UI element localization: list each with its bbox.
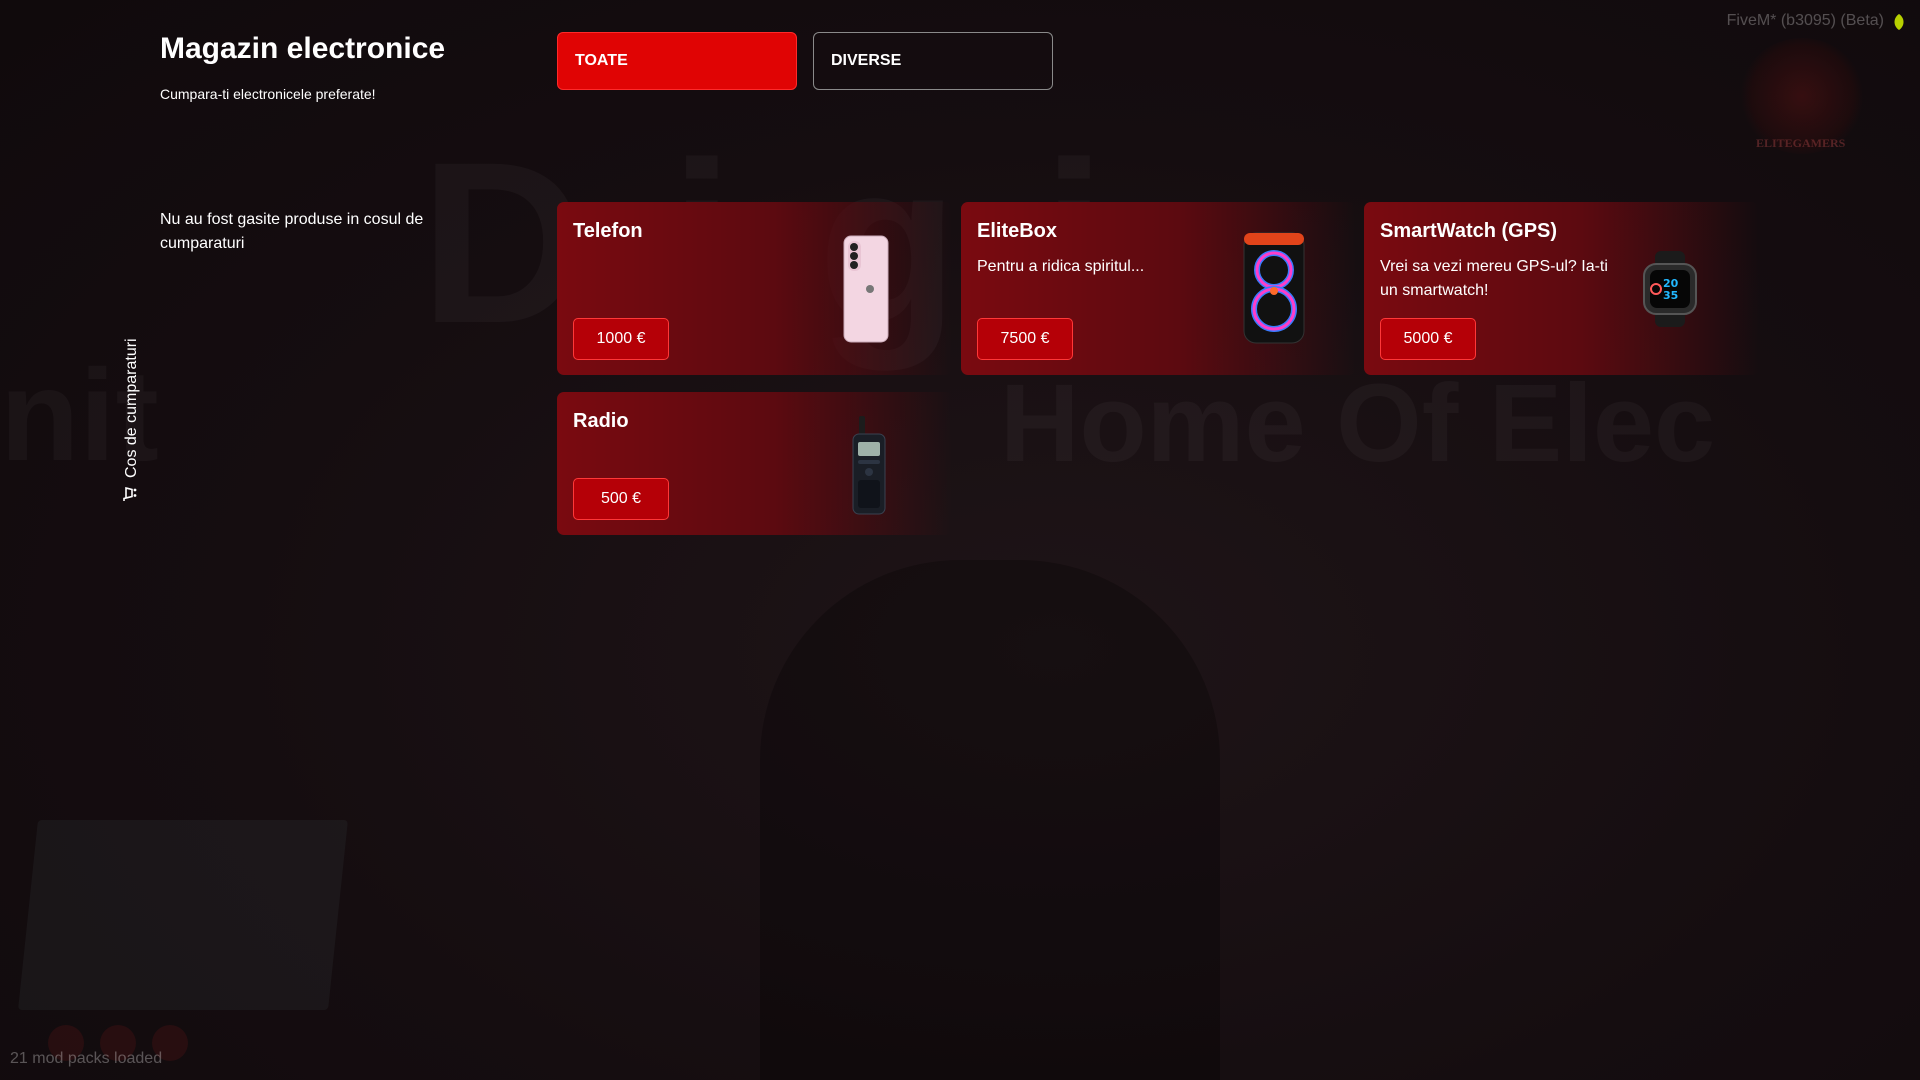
- product-name: EliteBox: [977, 220, 1058, 242]
- price-button[interactable]: 500 €: [573, 478, 669, 520]
- speaker-icon: [1241, 231, 1307, 350]
- background-figure: [760, 560, 1220, 1080]
- cart-tab-label: Cos de cumparaturi: [123, 338, 140, 478]
- product-name: Radio: [573, 410, 629, 432]
- shop-screen: D i g i Home Of Elec nit Magazin electro…: [0, 0, 1920, 1080]
- price-button[interactable]: 5000 €: [1380, 318, 1476, 360]
- smartwatch-icon: 20 35: [1641, 251, 1703, 332]
- product-name: Telefon: [573, 220, 643, 242]
- phone-icon: [843, 235, 889, 348]
- product-card-smartwatch[interactable]: SmartWatch (GPS) Vrei sa vezi mereu GPS-…: [1364, 202, 1759, 375]
- fivem-logo-icon: [1892, 14, 1906, 30]
- mod-packs-status: 21 mod packs loaded: [10, 1050, 163, 1067]
- radio-icon: [849, 416, 889, 521]
- product-card-telefon[interactable]: Telefon 1000 €: [557, 202, 952, 375]
- minimap: [18, 820, 348, 1010]
- background-banner-text: Home Of Elec: [1000, 360, 1715, 487]
- tab-toate[interactable]: TOATE: [557, 32, 797, 90]
- cart-empty-message: Nu au fost gasite produse in cosul de cu…: [160, 211, 424, 252]
- price-button[interactable]: 1000 €: [573, 318, 669, 360]
- price-button[interactable]: 7500 €: [977, 318, 1073, 360]
- product-name: SmartWatch (GPS): [1380, 220, 1558, 242]
- tab-diverse[interactable]: DIVERSE: [813, 32, 1053, 90]
- product-card-elitebox[interactable]: EliteBox Pentru a ridica spiritul... 750…: [961, 202, 1356, 375]
- product-description: Pentru a ridica spiritul...: [977, 258, 1145, 275]
- cart-toggle[interactable]: Cos de cumparaturi: [122, 318, 142, 502]
- page-subtitle: Cumpara-ti electronicele preferate!: [160, 86, 376, 102]
- product-card-radio[interactable]: Radio 500 €: [557, 392, 952, 535]
- svg-text:35: 35: [1663, 289, 1678, 302]
- product-description: Vrei sa vezi mereu GPS-ul? Ia-ti un smar…: [1380, 258, 1608, 299]
- page-title: Magazin electronice: [160, 32, 446, 65]
- cart-icon: [122, 478, 143, 502]
- server-logo-text: ELITEGAMERS: [1756, 136, 1846, 150]
- client-version-label: FiveM* (b3095) (Beta): [1726, 12, 1884, 29]
